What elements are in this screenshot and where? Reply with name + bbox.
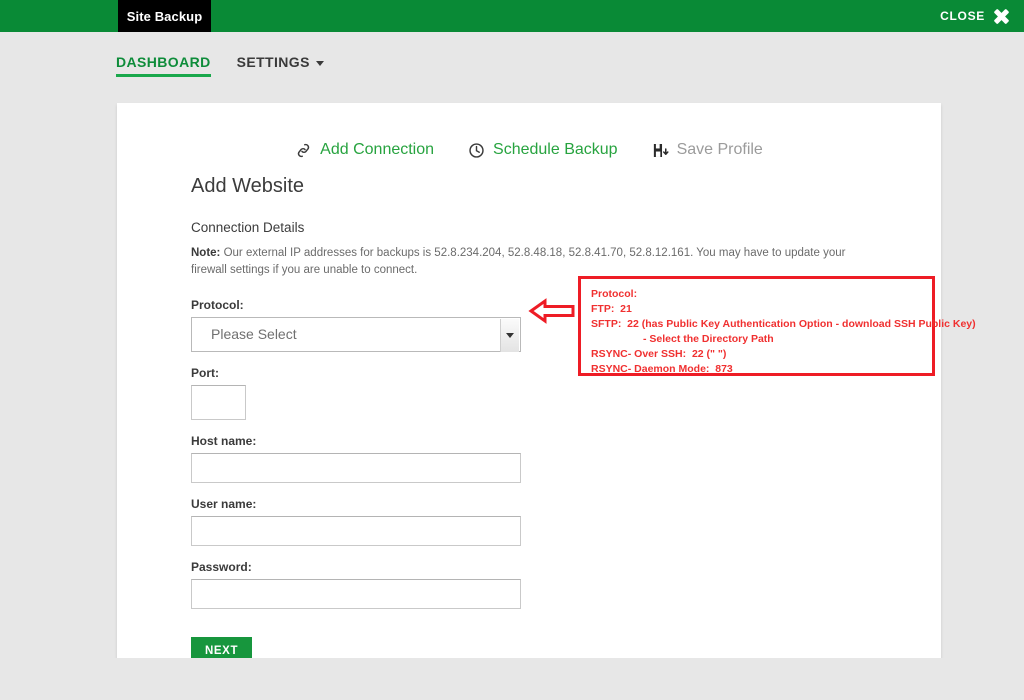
page-title: Add Website: [191, 175, 305, 197]
save-profile-label: Save Profile: [676, 141, 763, 158]
annotation-line-1: Protocol:: [591, 288, 638, 300]
password-input[interactable]: [191, 578, 521, 609]
nav-item-settings-label: SETTINGS: [236, 54, 310, 70]
host-name-input[interactable]: [191, 452, 521, 483]
protocol-annotation-box: Protocol: FTP: 21 SFTP: 22 (has Public K…: [578, 276, 976, 376]
chevron-down-icon[interactable]: [500, 318, 519, 352]
protocol-select-value: Please Select: [211, 326, 297, 342]
label-user-name: User name:: [191, 496, 257, 511]
add-website-form: Add Website Connection Details Note: Our…: [191, 175, 911, 665]
nav-item-dashboard[interactable]: DASHBOARD: [116, 54, 211, 77]
close-button-label: CLOSE: [940, 9, 985, 23]
save-profile-button[interactable]: Save Profile: [652, 141, 763, 159]
label-host-name: Host name:: [191, 433, 257, 448]
note-body: Our external IP addresses for backups is…: [191, 247, 846, 277]
note-text: Note: Our external IP addresses for back…: [191, 245, 881, 280]
left-arrow-icon: [528, 297, 576, 325]
nav-item-dashboard-label: DASHBOARD: [116, 54, 211, 70]
note-prefix: Note:: [191, 247, 221, 259]
port-input[interactable]: [191, 384, 246, 420]
nav-items: DASHBOARD SETTINGS: [116, 54, 324, 77]
field-password: Password:: [191, 560, 911, 609]
annotation-line-3: SFTP: 22 (has Public Key Authentication …: [591, 317, 976, 330]
label-password: Password:: [191, 559, 252, 574]
schedule-backup-button[interactable]: Schedule Backup: [468, 141, 618, 159]
app-tab-label: Site Backup: [126, 8, 203, 24]
section-title-connection-details: Connection Details: [191, 220, 305, 235]
annotation-line-2: FTP: 21: [591, 302, 632, 315]
save-icon: [652, 142, 669, 159]
content-card: Add Connection Schedule Backup Save Prof…: [117, 103, 941, 665]
annotation-line-5: RSYNC- Over SSH: 22 (" "): [591, 347, 727, 360]
protocol-select[interactable]: Please Select: [191, 316, 521, 352]
annotation-line-6: RSYNC- Daemon Mode: 873: [591, 362, 733, 375]
user-name-input[interactable]: [191, 515, 521, 546]
link-icon: [295, 142, 312, 159]
action-toolbar: Add Connection Schedule Backup Save Prof…: [117, 141, 941, 159]
close-button[interactable]: CLOSE: [940, 0, 1010, 32]
schedule-backup-label: Schedule Backup: [493, 141, 618, 158]
top-bar: Site Backup CLOSE: [0, 0, 1024, 32]
field-user-name: User name:: [191, 497, 911, 546]
clock-icon: [468, 142, 485, 159]
chevron-down-icon: [315, 60, 324, 66]
field-host-name: Host name:: [191, 434, 911, 483]
annotation-line-4: - Select the Directory Path: [643, 332, 774, 345]
nav-bar: DASHBOARD SETTINGS: [0, 32, 1024, 103]
add-connection-button[interactable]: Add Connection: [295, 141, 434, 159]
nav-item-settings[interactable]: SETTINGS: [237, 54, 324, 74]
close-x-icon: [993, 8, 1010, 25]
app-tab-site-backup[interactable]: Site Backup: [118, 0, 211, 32]
page-background-bottom: [0, 658, 1024, 700]
add-connection-label: Add Connection: [320, 141, 435, 158]
